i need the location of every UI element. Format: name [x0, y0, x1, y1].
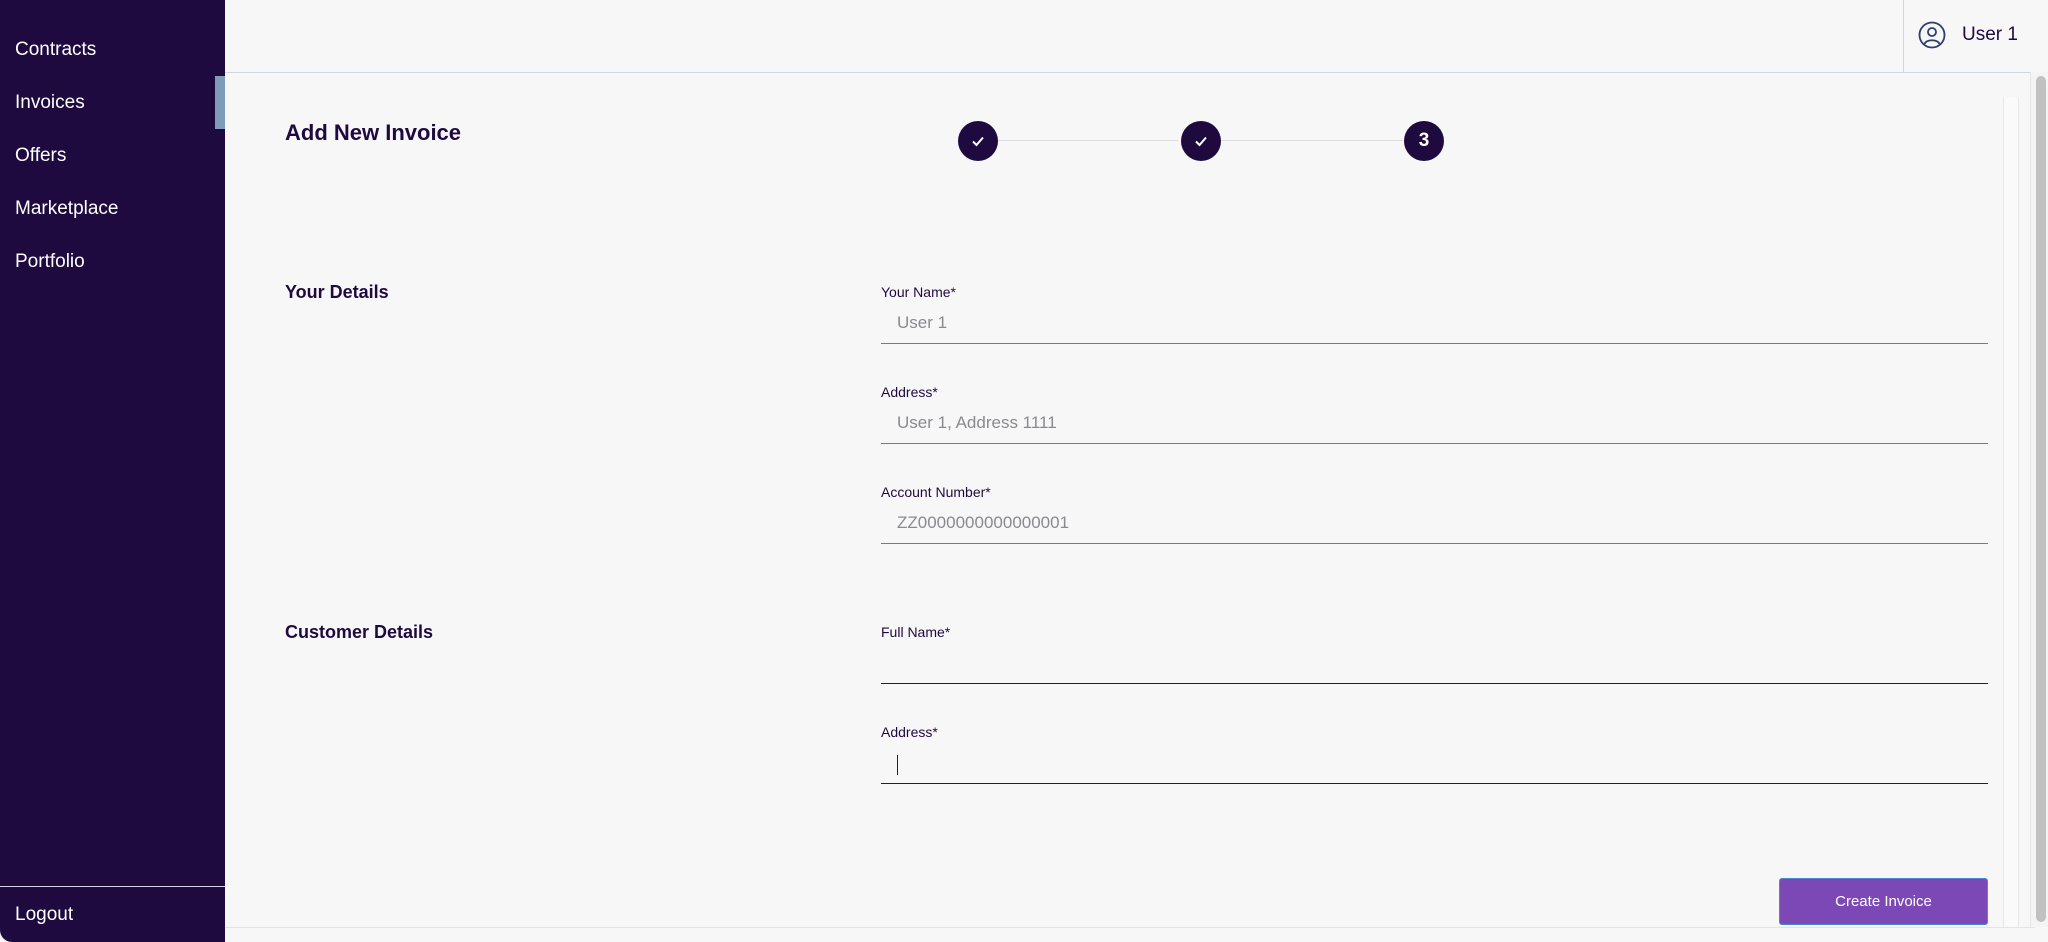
step-2-completed	[1181, 121, 1221, 161]
your-address-label: Address*	[881, 384, 938, 400]
scrollbar-thumb[interactable]	[2036, 76, 2046, 922]
your-details-title: Your Details	[285, 282, 389, 302]
sidebar-divider	[0, 886, 225, 887]
your-name-input[interactable]	[881, 305, 1988, 344]
sidebar-item-contracts[interactable]: Contracts	[15, 39, 96, 61]
account-number-field: Account Number*	[881, 483, 1988, 544]
user-menu[interactable]: User 1	[1918, 17, 2018, 53]
check-icon	[972, 136, 984, 147]
stepper-connector	[1221, 140, 1403, 141]
page-title: Add New Invoice	[285, 120, 462, 145]
customer-address-label: Address*	[881, 724, 938, 740]
your-address-field: Address*	[881, 383, 1988, 444]
user-circle-icon	[1918, 21, 1946, 49]
logout-button[interactable]: Logout	[15, 904, 73, 926]
active-nav-indicator	[215, 76, 225, 129]
step-3-current: 3	[1404, 121, 1444, 161]
account-number-label: Account Number*	[881, 484, 991, 500]
your-name-field: Your Name*	[881, 283, 1988, 344]
check-icon	[1195, 136, 1207, 147]
customer-address-input[interactable]	[881, 745, 1988, 784]
sidebar: Contracts Invoices Offers Marketplace Po…	[0, 0, 225, 942]
text-cursor	[897, 755, 898, 775]
sidebar-item-invoices[interactable]: Invoices	[15, 92, 85, 114]
your-name-label: Your Name*	[881, 284, 956, 300]
customer-full-name-field: Full Name*	[881, 623, 1988, 684]
your-address-input[interactable]	[881, 405, 1988, 444]
customer-details-title: Customer Details	[285, 622, 434, 642]
create-invoice-button[interactable]: Create Invoice	[1779, 878, 1988, 925]
customer-full-name-input[interactable]	[881, 645, 1988, 684]
step-1-completed	[958, 121, 998, 161]
stepper-connector	[998, 140, 1178, 141]
top-header	[225, 0, 2048, 73]
content-bottom-border	[225, 927, 2035, 928]
customer-address-field: Address*	[881, 723, 1988, 784]
header-divider	[1903, 0, 1904, 72]
customer-full-name-label: Full Name*	[881, 624, 951, 640]
sidebar-item-marketplace[interactable]: Marketplace	[15, 198, 119, 220]
sidebar-item-portfolio[interactable]: Portfolio	[15, 251, 85, 273]
sidebar-item-offers[interactable]: Offers	[15, 145, 66, 167]
content-panel-edge	[2003, 97, 2019, 927]
account-number-input[interactable]	[881, 505, 1988, 544]
user-name: User 1	[1962, 24, 2018, 45]
